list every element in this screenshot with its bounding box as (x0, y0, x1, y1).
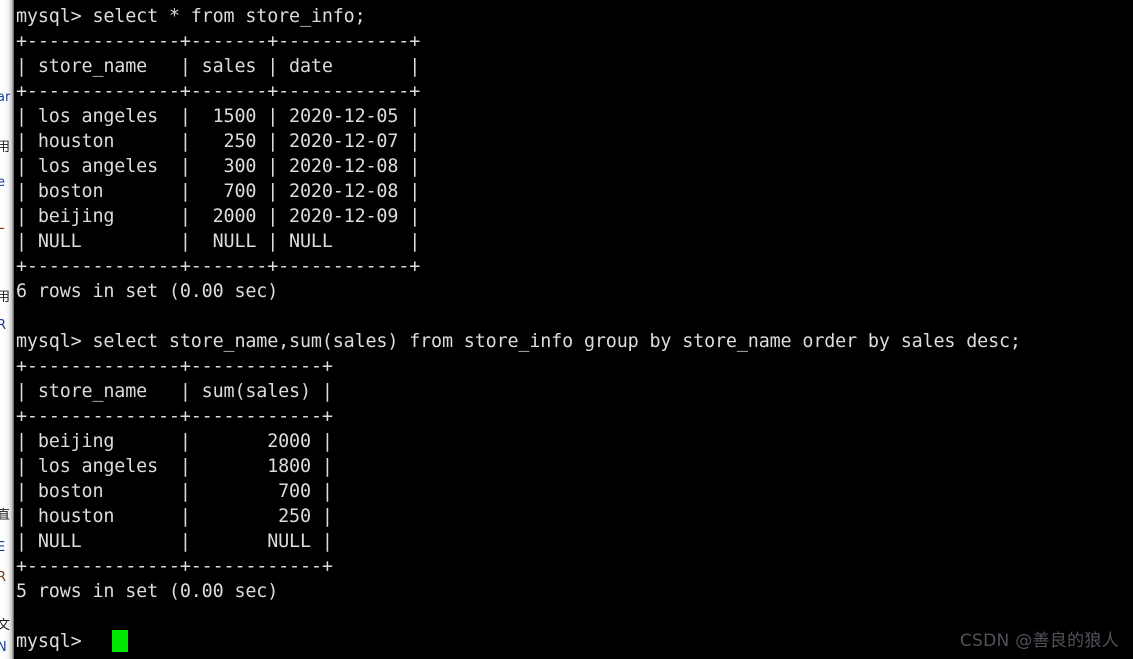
bg-fragment: ar (0, 90, 11, 105)
mysql-terminal[interactable]: mysql> select * from store_info; +------… (14, 0, 1133, 659)
bg-fragment: L (0, 218, 5, 233)
bg-fragment: E (0, 540, 6, 555)
bg-fragment: N (0, 640, 7, 655)
bg-fragment: R (0, 318, 7, 333)
bg-fragment: e (0, 175, 5, 190)
terminal-cursor (112, 630, 128, 652)
terminal-output: mysql> select * from store_info; +------… (16, 6, 1021, 652)
bg-fragment: 直 (0, 508, 11, 523)
bg-fragment: 用 (0, 140, 11, 155)
bg-fragment: 文 (0, 618, 11, 633)
screenshot-root: ar 用 e L 用 R 直 E R 文 N mysql> select * f… (0, 0, 1133, 659)
bg-fragment: 用 (0, 290, 11, 305)
background-window-strip: ar 用 e L 用 R 直 E R 文 N (0, 0, 14, 659)
bg-fragment: R (0, 570, 7, 585)
csdn-watermark: CSDN @善良的狼人 (959, 631, 1119, 651)
